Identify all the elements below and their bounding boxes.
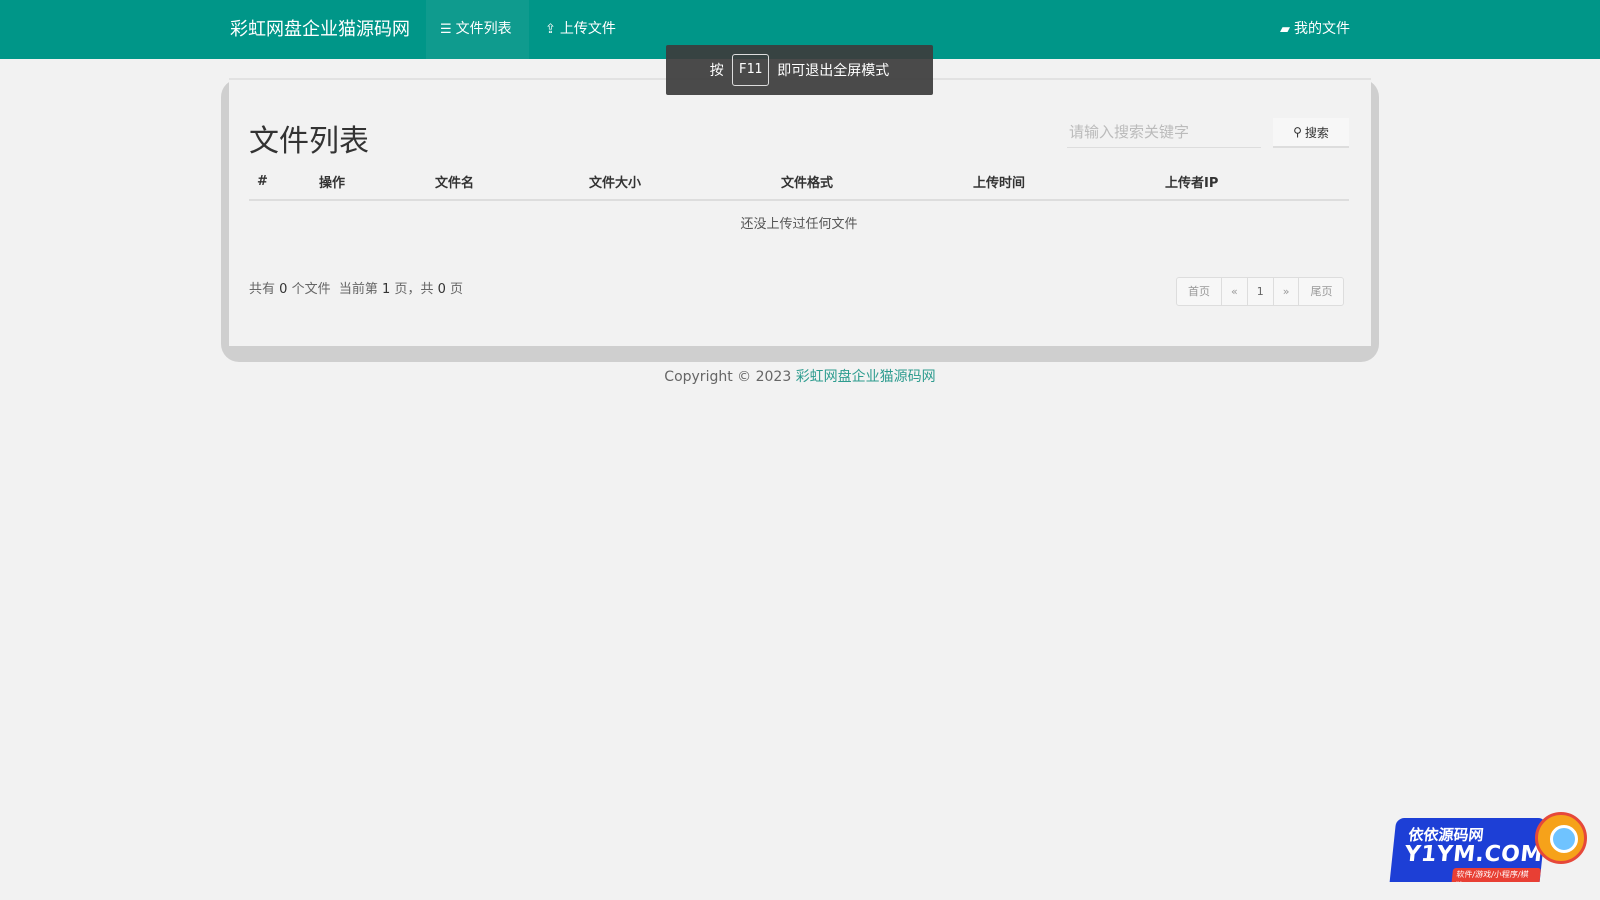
watermark-line2: Y1YM.COM xyxy=(1403,842,1545,867)
total-pages: 0 xyxy=(437,282,446,297)
nav-file-list[interactable]: ☰ 文件列表 xyxy=(426,0,529,59)
brand-title[interactable]: 彩虹网盘企业猫源码网 xyxy=(230,0,410,59)
table-empty-row: 还没上传过任何文件 xyxy=(249,200,1349,244)
pagination-last[interactable]: 尾页 xyxy=(1298,277,1345,306)
col-filename: 文件名 xyxy=(427,164,581,201)
pagination-first[interactable]: 首页 xyxy=(1176,277,1222,306)
nav-upload-file-label: 上传文件 xyxy=(559,21,616,37)
nav-upload-file[interactable]: ⇪ 上传文件 xyxy=(531,0,630,59)
upload-icon: ⇪ xyxy=(545,22,556,37)
f11-key: F11 xyxy=(731,54,770,86)
file-table: # 操作 文件名 文件大小 文件格式 上传时间 上传者IP 还没上传过任何文件 xyxy=(249,164,1349,244)
fullscreen-toast: 按 F11 即可退出全屏模式 xyxy=(666,45,933,95)
toast-prefix: 按 xyxy=(709,63,724,79)
summary-files-unit: 个文件 xyxy=(291,282,331,297)
file-count: 0 xyxy=(279,282,288,297)
col-filetype: 文件格式 xyxy=(773,164,965,201)
page-title: 文件列表 xyxy=(249,124,369,159)
toast-suffix: 即可退出全屏模式 xyxy=(777,63,890,79)
col-uploader-ip: 上传者IP xyxy=(1157,164,1349,201)
col-upload-time: 上传时间 xyxy=(965,164,1157,201)
footer-site-link[interactable]: 彩虹网盘企业猫源码网 xyxy=(796,369,936,385)
footer: Copyright © 2023 彩虹网盘企业猫源码网 xyxy=(0,366,1600,386)
file-summary: 共有 0 个文件 当前第 1 页，共 0 页 xyxy=(249,278,463,297)
nav-my-files-label: 我的文件 xyxy=(1294,21,1350,37)
watermark-line3: 软件/游戏/小程序/棋牌 xyxy=(1450,868,1542,882)
nav-file-list-label: 文件列表 xyxy=(455,21,512,37)
pagination-prev[interactable]: « xyxy=(1221,277,1248,306)
watermark-magnifier-icon xyxy=(1535,812,1587,864)
pagination-next[interactable]: » xyxy=(1272,277,1300,306)
copyright-text: Copyright © 2023 xyxy=(664,369,792,385)
search-icon: ⚲ xyxy=(1293,125,1302,139)
col-index: # xyxy=(249,164,311,201)
file-list-panel: 文件列表 ⚲ 搜索 # 操作 文件名 文件大小 文件格式 上传时间 上传者IP … xyxy=(229,78,1371,346)
table-header-row: # 操作 文件名 文件大小 文件格式 上传时间 上传者IP xyxy=(249,164,1349,201)
col-filesize: 文件大小 xyxy=(581,164,773,201)
search-button[interactable]: ⚲ 搜索 xyxy=(1273,118,1349,148)
empty-message: 还没上传过任何文件 xyxy=(740,217,858,232)
col-action: 操作 xyxy=(311,164,427,201)
summary-page-suffix: 页 xyxy=(450,282,464,297)
summary-page-prefix: 当前第 xyxy=(338,282,378,297)
watermark-badge: 依依源码网 Y1YM.COM 软件/游戏/小程序/棋牌 xyxy=(1389,818,1547,882)
current-page: 1 xyxy=(382,282,391,297)
summary-prefix: 共有 xyxy=(249,282,276,297)
folder-open-icon: ▰ xyxy=(1280,22,1290,37)
nav-my-files[interactable]: ▰ 我的文件 xyxy=(1266,0,1364,59)
summary-page-sep: 页，共 xyxy=(394,282,434,297)
search-input[interactable] xyxy=(1067,116,1261,148)
pagination: 首页 « 1 » 尾页 xyxy=(1176,277,1345,306)
pagination-page-1[interactable]: 1 xyxy=(1246,277,1274,306)
search-button-label: 搜索 xyxy=(1304,125,1329,140)
list-icon: ☰ xyxy=(440,22,452,37)
